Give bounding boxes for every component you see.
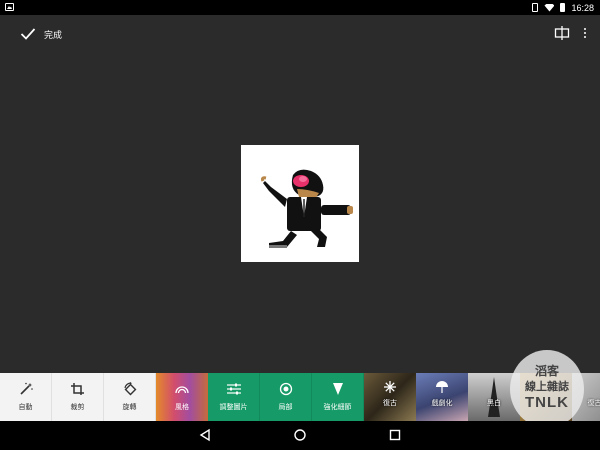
vibrate-icon — [532, 3, 539, 12]
tool-crop[interactable]: 裁剪 — [52, 373, 104, 421]
triangle-down-icon — [332, 383, 343, 395]
tool-style-label: 風格 — [175, 403, 189, 411]
target-icon — [279, 382, 292, 396]
battery-icon — [560, 3, 566, 12]
status-time: 16:28 — [571, 2, 594, 13]
tool-adjust-image[interactable]: 調整圖片 — [208, 373, 260, 421]
wifi-icon — [544, 3, 555, 12]
watermark-logo: 滔客 線上雜誌 TNLK — [510, 350, 584, 428]
app-bar: 完成 — [0, 15, 600, 53]
crop-icon — [70, 383, 84, 395]
tool-details-label: 強化細節 — [323, 403, 352, 411]
compare-icon[interactable] — [554, 25, 570, 41]
tool-details[interactable]: 強化細節 — [312, 373, 364, 421]
home-icon[interactable] — [293, 428, 307, 442]
sparkle-icon — [384, 381, 396, 393]
watermark-line2: 線上雜誌 — [525, 380, 569, 393]
navigation-bar — [0, 421, 600, 450]
tool-auto[interactable]: 自動 — [0, 373, 52, 421]
status-icons: 16:28 — [532, 0, 594, 15]
tool-crop-label: 裁剪 — [70, 403, 85, 411]
sliders-icon — [226, 383, 241, 395]
auto-magic-wand-icon — [19, 382, 33, 395]
filter-vintage[interactable]: 復古 — [364, 373, 416, 421]
edited-photo[interactable] — [241, 145, 359, 262]
tower-image — [488, 377, 500, 417]
umbrella-icon — [436, 381, 448, 393]
tool-rotate-label: 旋轉 — [122, 403, 137, 411]
check-icon — [20, 28, 36, 40]
done-button[interactable]: 完成 — [20, 21, 62, 47]
filter-drama[interactable]: 戲劇化 — [416, 373, 468, 421]
filter-vintage-label: 復古 — [383, 399, 397, 407]
tool-adjust-image-label: 調整圖片 — [219, 403, 248, 411]
recents-icon[interactable] — [388, 428, 402, 442]
tool-auto-label: 自動 — [18, 403, 33, 411]
done-label: 完成 — [44, 30, 63, 41]
status-bar: 16:28 — [0, 0, 600, 15]
image-notification-icon — [5, 3, 14, 11]
watermark-line1: 滔客 — [534, 364, 559, 378]
image-canvas — [0, 53, 600, 373]
tool-selective[interactable]: 局部 — [260, 373, 312, 421]
tool-selective-label: 局部 — [278, 403, 293, 411]
tool-rotate[interactable]: 旋轉 — [104, 373, 156, 421]
back-icon[interactable] — [198, 428, 212, 442]
more-vert-icon[interactable] — [580, 25, 590, 41]
android-character-image — [260, 169, 353, 248]
filter-drama-label: 戲劇化 — [431, 399, 453, 407]
watermark-mark: TNLK — [525, 394, 569, 411]
rotate-icon — [123, 382, 136, 396]
rainbow-icon — [175, 386, 189, 394]
tool-style[interactable]: 風格 — [156, 373, 208, 421]
